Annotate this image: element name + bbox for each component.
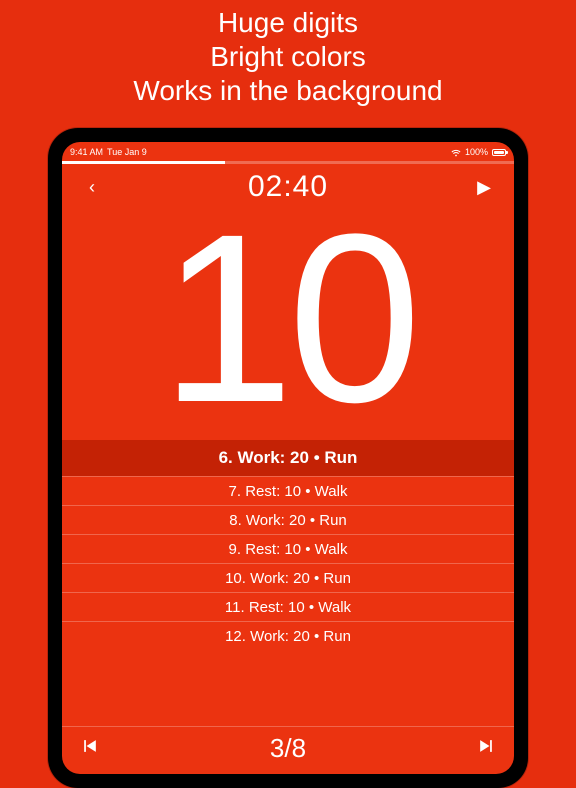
app-screen: 9:41 AM Tue Jan 9 100% ‹ 02:40 ▶ 10 6. W… xyxy=(62,142,514,774)
statusbar-time: 9:41 AM xyxy=(70,147,103,157)
interval-item[interactable]: 11. Rest: 10 • Walk xyxy=(62,592,514,621)
interval-item[interactable]: 9. Rest: 10 • Walk xyxy=(62,534,514,563)
interval-item[interactable]: 7. Rest: 10 • Walk xyxy=(62,476,514,505)
next-interval-button[interactable] xyxy=(474,739,498,758)
play-button[interactable]: ▶ xyxy=(472,177,496,198)
progress-bar[interactable] xyxy=(62,161,514,164)
promo-line-2: Bright colors xyxy=(0,40,576,74)
promo-line-3: Works in the background xyxy=(0,74,576,108)
statusbar-date: Tue Jan 9 xyxy=(107,147,147,157)
back-button[interactable]: ‹ xyxy=(80,177,104,198)
status-bar: 9:41 AM Tue Jan 9 100% xyxy=(62,142,514,158)
round-counter: 3/8 xyxy=(270,733,306,764)
footer-bar: 3/8 xyxy=(62,726,514,774)
interval-item[interactable]: 10. Work: 20 • Run xyxy=(62,563,514,592)
battery-icon xyxy=(492,149,506,156)
interval-item[interactable]: 12. Work: 20 • Run xyxy=(62,621,514,650)
wifi-icon xyxy=(451,147,461,157)
promo-line-1: Huge digits xyxy=(0,6,576,40)
countdown-digits: 10 xyxy=(62,210,514,426)
device-frame: 9:41 AM Tue Jan 9 100% ‹ 02:40 ▶ 10 6. W… xyxy=(48,128,528,788)
prev-interval-button[interactable] xyxy=(78,739,102,758)
interval-list[interactable]: 6. Work: 20 • Run 7. Rest: 10 • Walk 8. … xyxy=(62,440,514,650)
interval-item[interactable]: 8. Work: 20 • Run xyxy=(62,505,514,534)
promo-text: Huge digits Bright colors Works in the b… xyxy=(0,0,576,108)
statusbar-battery-pct: 100% xyxy=(465,147,488,157)
progress-fill xyxy=(62,161,225,164)
